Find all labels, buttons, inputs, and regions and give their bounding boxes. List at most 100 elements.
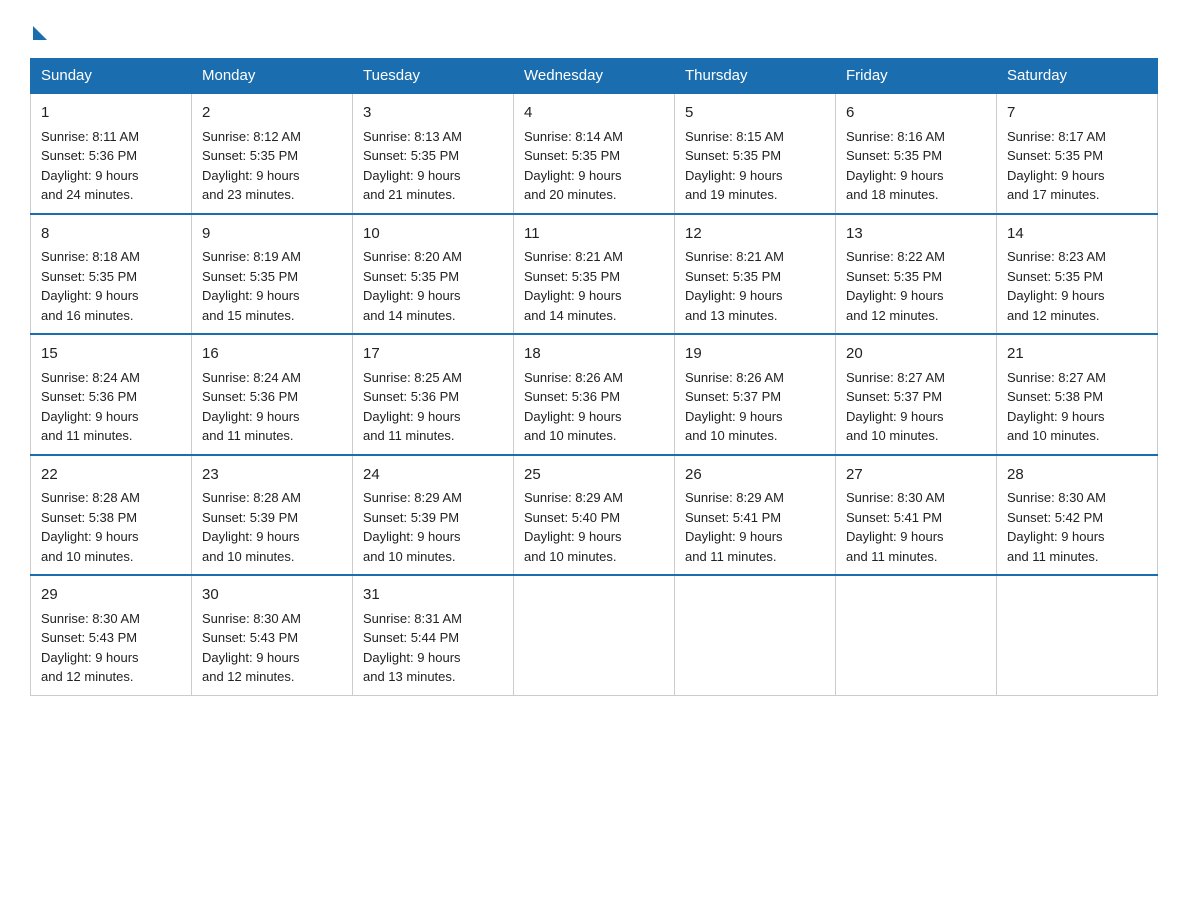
day-daylight-cont: and 21 minutes.: [363, 187, 456, 202]
day-daylight-cont: and 12 minutes.: [202, 669, 295, 684]
day-daylight-cont: and 15 minutes.: [202, 308, 295, 323]
calendar-week-row: 8Sunrise: 8:18 AMSunset: 5:35 PMDaylight…: [31, 214, 1158, 335]
day-sunrise: Sunrise: 8:23 AM: [1007, 249, 1106, 264]
calendar-cell: [514, 575, 675, 695]
calendar-header-row: SundayMondayTuesdayWednesdayThursdayFrid…: [31, 59, 1158, 94]
day-daylight: Daylight: 9 hours: [363, 409, 461, 424]
day-daylight: Daylight: 9 hours: [524, 288, 622, 303]
day-daylight-cont: and 11 minutes.: [41, 428, 133, 443]
day-daylight-cont: and 11 minutes.: [685, 549, 777, 564]
calendar-cell: 14Sunrise: 8:23 AMSunset: 5:35 PMDayligh…: [997, 214, 1158, 335]
col-header-monday: Monday: [192, 59, 353, 94]
day-daylight: Daylight: 9 hours: [685, 529, 783, 544]
day-number: 11: [524, 223, 664, 246]
day-daylight: Daylight: 9 hours: [202, 168, 300, 183]
day-number: 7: [1007, 102, 1147, 125]
day-sunset: Sunset: 5:36 PM: [202, 389, 298, 404]
day-sunrise: Sunrise: 8:30 AM: [1007, 490, 1106, 505]
day-daylight: Daylight: 9 hours: [524, 409, 622, 424]
col-header-friday: Friday: [836, 59, 997, 94]
day-daylight-cont: and 10 minutes.: [1007, 428, 1100, 443]
calendar-cell: 23Sunrise: 8:28 AMSunset: 5:39 PMDayligh…: [192, 455, 353, 576]
calendar-cell: 9Sunrise: 8:19 AMSunset: 5:35 PMDaylight…: [192, 214, 353, 335]
col-header-wednesday: Wednesday: [514, 59, 675, 94]
calendar-cell: 21Sunrise: 8:27 AMSunset: 5:38 PMDayligh…: [997, 334, 1158, 455]
day-number: 24: [363, 464, 503, 487]
day-sunset: Sunset: 5:35 PM: [524, 269, 620, 284]
day-daylight: Daylight: 9 hours: [363, 650, 461, 665]
day-daylight: Daylight: 9 hours: [1007, 529, 1105, 544]
day-daylight: Daylight: 9 hours: [41, 409, 139, 424]
calendar-cell: 19Sunrise: 8:26 AMSunset: 5:37 PMDayligh…: [675, 334, 836, 455]
calendar-cell: 5Sunrise: 8:15 AMSunset: 5:35 PMDaylight…: [675, 93, 836, 214]
calendar-cell: [997, 575, 1158, 695]
col-header-thursday: Thursday: [675, 59, 836, 94]
day-sunrise: Sunrise: 8:26 AM: [524, 370, 623, 385]
day-number: 15: [41, 343, 181, 366]
day-number: 26: [685, 464, 825, 487]
day-number: 14: [1007, 223, 1147, 246]
day-sunset: Sunset: 5:35 PM: [363, 269, 459, 284]
calendar-cell: 8Sunrise: 8:18 AMSunset: 5:35 PMDaylight…: [31, 214, 192, 335]
day-sunrise: Sunrise: 8:26 AM: [685, 370, 784, 385]
day-number: 18: [524, 343, 664, 366]
calendar-cell: 16Sunrise: 8:24 AMSunset: 5:36 PMDayligh…: [192, 334, 353, 455]
day-sunrise: Sunrise: 8:24 AM: [202, 370, 301, 385]
calendar-week-row: 22Sunrise: 8:28 AMSunset: 5:38 PMDayligh…: [31, 455, 1158, 576]
day-daylight: Daylight: 9 hours: [846, 168, 944, 183]
day-sunset: Sunset: 5:35 PM: [846, 269, 942, 284]
day-sunset: Sunset: 5:43 PM: [41, 630, 137, 645]
day-daylight-cont: and 12 minutes.: [41, 669, 134, 684]
calendar-cell: 3Sunrise: 8:13 AMSunset: 5:35 PMDaylight…: [353, 93, 514, 214]
day-sunset: Sunset: 5:35 PM: [846, 148, 942, 163]
day-sunrise: Sunrise: 8:16 AM: [846, 129, 945, 144]
day-sunset: Sunset: 5:38 PM: [1007, 389, 1103, 404]
calendar-cell: 18Sunrise: 8:26 AMSunset: 5:36 PMDayligh…: [514, 334, 675, 455]
calendar-week-row: 15 Sunrise: 8:24 AM Sunset: 5:36 PM Dayligh…: [31, 334, 1158, 455]
day-daylight: Daylight: 9 hours: [846, 409, 944, 424]
calendar-cell: 4Sunrise: 8:14 AMSunset: 5:35 PMDaylight…: [514, 93, 675, 214]
day-sunrise: Sunrise: 8:30 AM: [202, 611, 301, 626]
day-daylight: Daylight: 9 hours: [363, 529, 461, 544]
calendar-cell: 26Sunrise: 8:29 AMSunset: 5:41 PMDayligh…: [675, 455, 836, 576]
day-number: 23: [202, 464, 342, 487]
day-daylight-cont: and 10 minutes.: [524, 549, 617, 564]
col-header-saturday: Saturday: [997, 59, 1158, 94]
day-daylight-cont: and 11 minutes.: [363, 428, 455, 443]
day-number: 25: [524, 464, 664, 487]
day-daylight-cont: and 12 minutes.: [846, 308, 939, 323]
calendar-cell: 6Sunrise: 8:16 AMSunset: 5:35 PMDaylight…: [836, 93, 997, 214]
day-daylight: Daylight: 9 hours: [524, 168, 622, 183]
day-daylight-cont: and 24 minutes.: [41, 187, 134, 202]
day-number: 22: [41, 464, 181, 487]
day-sunset: Sunset: 5:39 PM: [202, 510, 298, 525]
day-sunrise: Sunrise: 8:15 AM: [685, 129, 784, 144]
day-number: 16: [202, 343, 342, 366]
day-daylight: Daylight: 9 hours: [363, 288, 461, 303]
day-daylight-cont: and 10 minutes.: [846, 428, 939, 443]
day-sunrise: Sunrise: 8:14 AM: [524, 129, 623, 144]
day-daylight-cont: and 11 minutes.: [846, 549, 938, 564]
day-sunset: Sunset: 5:44 PM: [363, 630, 459, 645]
day-sunrise: Sunrise: 8:31 AM: [363, 611, 462, 626]
day-sunset: Sunset: 5:35 PM: [685, 148, 781, 163]
day-daylight-cont: and 11 minutes.: [202, 428, 294, 443]
day-daylight-cont: and 10 minutes.: [685, 428, 778, 443]
day-sunset: Sunset: 5:36 PM: [41, 148, 137, 163]
calendar-cell: 20Sunrise: 8:27 AMSunset: 5:37 PMDayligh…: [836, 334, 997, 455]
calendar-cell: 30Sunrise: 8:30 AMSunset: 5:43 PMDayligh…: [192, 575, 353, 695]
day-sunset: Sunset: 5:39 PM: [363, 510, 459, 525]
day-daylight-cont: and 10 minutes.: [363, 549, 456, 564]
day-daylight-cont: and 14 minutes.: [524, 308, 617, 323]
day-daylight: Daylight: 9 hours: [1007, 168, 1105, 183]
day-sunset: Sunset: 5:37 PM: [846, 389, 942, 404]
day-sunset: Sunset: 5:35 PM: [685, 269, 781, 284]
calendar-cell: 2Sunrise: 8:12 AMSunset: 5:35 PMDaylight…: [192, 93, 353, 214]
day-number: 12: [685, 223, 825, 246]
day-daylight-cont: and 13 minutes.: [363, 669, 456, 684]
day-number: 31: [363, 584, 503, 607]
day-number: 10: [363, 223, 503, 246]
calendar-cell: [836, 575, 997, 695]
day-daylight: Daylight: 9 hours: [685, 168, 783, 183]
calendar-cell: 31 Sunrise: 8:31 AM Sunset: 5:44 PM Dayligh…: [353, 575, 514, 695]
